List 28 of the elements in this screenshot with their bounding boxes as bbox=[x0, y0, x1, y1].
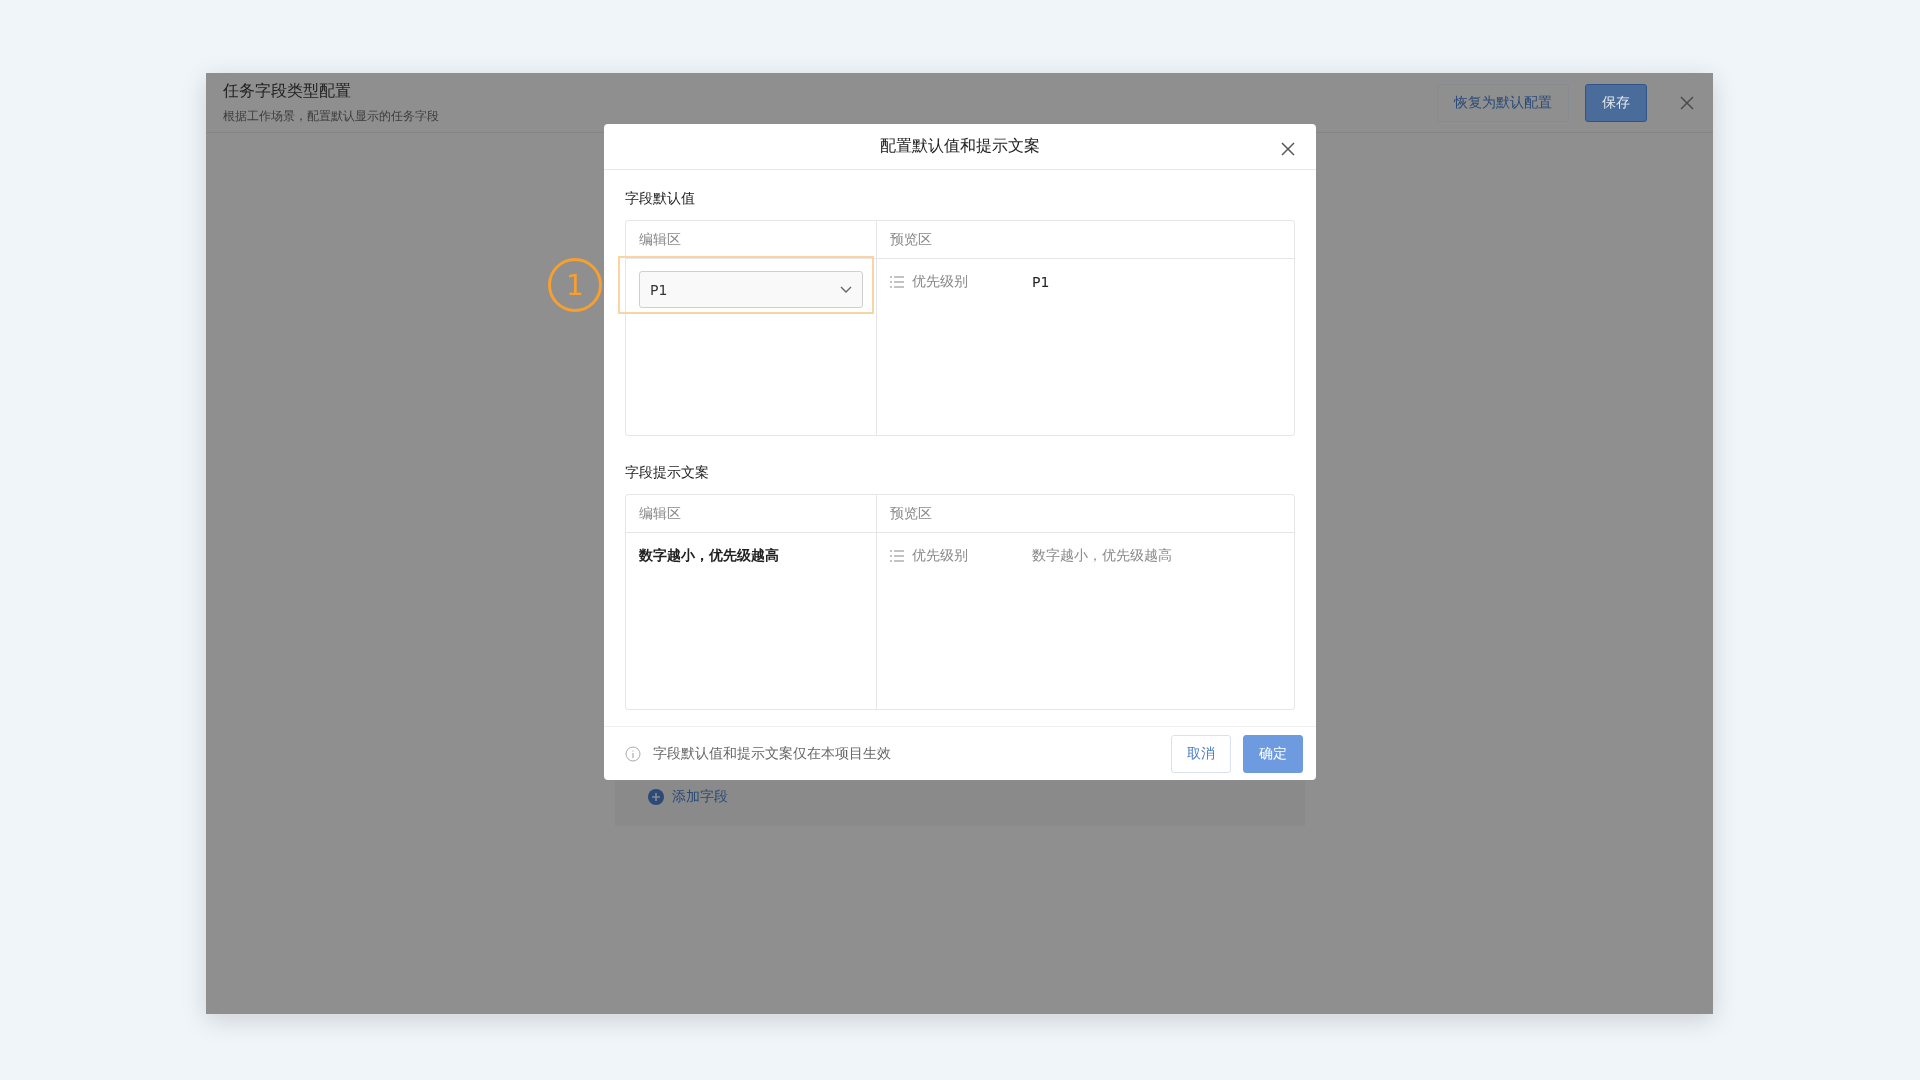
step-marker: 1 bbox=[548, 258, 602, 313]
field-label: 优先级别 bbox=[912, 547, 969, 566]
cancel-button[interactable]: 取消 bbox=[1171, 734, 1231, 773]
chevron-down-icon bbox=[840, 285, 852, 294]
column-header: 预览区 bbox=[877, 221, 1294, 260]
list-icon bbox=[890, 550, 904, 563]
add-field-link[interactable]: 添加字段 bbox=[671, 788, 728, 806]
hint-text: 数字越小，优先级越高 bbox=[639, 546, 780, 566]
value-select[interactable]: P1 bbox=[639, 271, 863, 309]
footer-note: 字段默认值和提示文案仅在本项目生效 bbox=[653, 744, 892, 763]
info-icon bbox=[625, 745, 641, 762]
save-button[interactable]: 保存 bbox=[1585, 83, 1647, 122]
field-value: 数字越小，优先级越高 bbox=[1032, 547, 1172, 566]
section-title: 字段提示文案 bbox=[625, 464, 710, 483]
plus-icon[interactable] bbox=[647, 789, 664, 805]
section-title: 字段默认值 bbox=[625, 190, 696, 209]
window-title: 任务字段类型配置 bbox=[223, 80, 352, 102]
window-subtitle: 根据工作场景，配置默认显示的任务字段 bbox=[223, 107, 440, 125]
list-icon bbox=[890, 276, 904, 289]
column-header: 编辑区 bbox=[626, 495, 877, 534]
field-label: 优先级别 bbox=[912, 273, 969, 292]
confirm-button[interactable]: 确定 bbox=[1243, 734, 1303, 773]
reset-button[interactable]: 恢复为默认配置 bbox=[1437, 83, 1569, 122]
column-header: 预览区 bbox=[877, 495, 1294, 534]
column-header: 编辑区 bbox=[626, 221, 877, 260]
field-value: P1 bbox=[1032, 274, 1050, 291]
close-icon[interactable] bbox=[1280, 141, 1296, 157]
dialog-title: 配置默认值和提示文案 bbox=[880, 136, 1040, 158]
